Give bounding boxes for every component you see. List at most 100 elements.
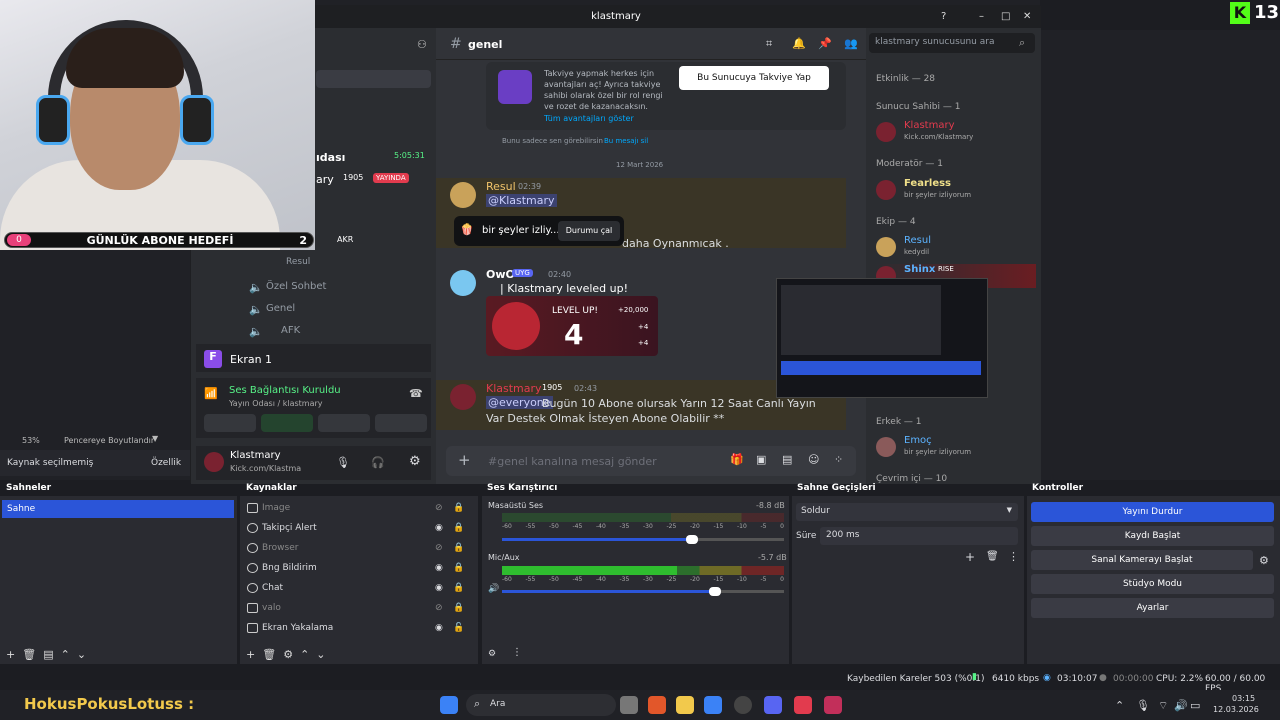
lock-icon[interactable]: 🔒 (453, 543, 464, 553)
settings-button[interactable]: Ayarlar (1031, 598, 1274, 618)
studio-mode-button[interactable]: Stüdyo Modu (1031, 574, 1274, 594)
eye-icon[interactable]: ◉ (435, 563, 443, 573)
arrow-down-icon[interactable]: ⌄ (77, 648, 86, 661)
source-row[interactable]: Image ⊘ 🔒 (245, 500, 464, 518)
source-row[interactable]: Bng Bildirim ◉ 🔒 (245, 560, 464, 578)
emoji-icon[interactable]: ☺ (808, 453, 819, 466)
voice-channel-ozel[interactable]: Özel Sohbet (266, 281, 326, 292)
transition-select[interactable]: Soldur ▼ (796, 503, 1018, 521)
member-mod[interactable]: Fearless bir şeyler izliyorum (876, 178, 1036, 202)
sticker-icon[interactable]: ▤ (782, 453, 792, 466)
store-icon[interactable] (704, 696, 722, 714)
message-composer[interactable]: + #genel kanalına mesaj gönder 🎁 ▣ ▤ ☺ ⁘ (446, 446, 856, 476)
source-row[interactable]: Takipçi Alert ◉ 🔒 (245, 520, 464, 538)
boost-server-button[interactable]: Bu Sunucuya Takviye Yap (679, 66, 829, 90)
lock-icon[interactable]: 🔒 (453, 583, 464, 593)
selected-row[interactable] (316, 70, 431, 88)
more-icon[interactable]: ⋮ (512, 647, 522, 658)
zoom-level[interactable]: 53% (22, 436, 40, 445)
gift-icon[interactable]: 🎁 (730, 453, 744, 466)
fit-window-dropdown[interactable]: Pencereye Boyutlandır (64, 436, 154, 445)
soundboard-button[interactable] (375, 414, 427, 432)
voice-channel-afk[interactable]: AFK (281, 325, 300, 336)
windows-start-icon[interactable] (440, 696, 458, 714)
trash-icon[interactable]: 🗑 (22, 648, 36, 661)
add-icon[interactable]: + (246, 648, 255, 661)
filter-icon[interactable]: ▤ (43, 648, 53, 661)
voice-channel-genel[interactable]: Genel (266, 303, 295, 314)
slider-handle[interactable] (686, 535, 698, 544)
virtual-camera-button[interactable]: Sanal Kamerayı Başlat (1031, 550, 1253, 570)
arrow-up-icon[interactable]: ⌃ (61, 648, 70, 661)
delete-message-link[interactable]: Bu mesajı sil (604, 137, 648, 145)
add-icon[interactable]: + (6, 648, 15, 661)
mixer-settings-icon[interactable]: ⚙ (488, 649, 496, 659)
member-male-1[interactable]: Emoç bir şeyler izliyorum (876, 435, 1036, 459)
help-icon[interactable]: ? (941, 6, 946, 28)
activity-button[interactable] (318, 414, 370, 432)
arrow-up-icon[interactable]: ⌃ (300, 648, 309, 661)
screen-preview-thumbnail[interactable] (776, 278, 988, 398)
minimize-icon[interactable]: – (979, 6, 984, 28)
members-icon[interactable]: 👥 (844, 37, 858, 50)
eye-hidden-icon[interactable]: ⊘ (435, 603, 443, 613)
add-icon[interactable]: + (965, 550, 975, 564)
screenshare-button[interactable] (261, 414, 313, 432)
pin-icon[interactable]: 📌 (818, 37, 832, 50)
volume-slider[interactable] (502, 535, 784, 544)
properties-button[interactable]: Özellik (151, 458, 181, 468)
lock-icon[interactable]: 🔒 (453, 603, 464, 613)
eye-icon[interactable]: ◉ (435, 623, 443, 633)
eye-icon[interactable]: ◉ (435, 583, 443, 593)
brave-icon[interactable] (648, 696, 666, 714)
task-view-icon[interactable] (620, 696, 638, 714)
app-icon[interactable] (794, 696, 812, 714)
stop-stream-button[interactable]: Yayını Durdur (1031, 502, 1274, 522)
search-input[interactable]: klastmary sunucusunu ara ⌕ (869, 33, 1035, 53)
gear-icon[interactable]: ⚙ (409, 454, 421, 469)
trash-icon[interactable]: 🗑 (262, 648, 276, 661)
screen-share-card[interactable]: F Ekran 1 (196, 344, 431, 372)
folder-icon[interactable] (676, 696, 694, 714)
mic-icon[interactable]: 🎙 (336, 456, 350, 469)
duration-input[interactable]: 200 ms (820, 527, 1018, 545)
unlock-icon[interactable]: 🔓 (453, 623, 464, 633)
start-record-button[interactable]: Kaydı Başlat (1031, 526, 1274, 546)
source-row[interactable]: Browser ⊘ 🔒 (245, 540, 464, 558)
gear-icon[interactable]: ⚙ (283, 648, 293, 661)
app-icon[interactable] (824, 696, 842, 714)
apps-icon[interactable]: ⁘ (834, 453, 843, 466)
slider-handle[interactable] (709, 587, 721, 596)
add-user-icon[interactable]: ⚇ (417, 38, 427, 51)
close-icon[interactable]: ✕ (1023, 6, 1031, 28)
eye-hidden-icon[interactable]: ⊘ (435, 543, 443, 553)
member-team-1[interactable]: Resul kedydil (876, 235, 1036, 259)
plus-icon[interactable]: + (458, 451, 471, 469)
tray-chevron-icon[interactable]: ⌃ (1115, 699, 1124, 712)
eye-icon[interactable]: ◉ (435, 523, 443, 533)
headset-icon[interactable]: 🎧 (371, 456, 385, 469)
discord-icon[interactable] (764, 696, 782, 714)
scene-item[interactable]: Sahne (2, 500, 234, 518)
member-owner[interactable]: Klastmary Kick.com/Klastmary (876, 120, 1036, 144)
gif-icon[interactable]: ▣ (756, 453, 766, 466)
source-row[interactable]: valo ⊘ 🔒 (245, 600, 464, 618)
eye-hidden-icon[interactable]: ⊘ (435, 503, 443, 513)
bell-icon[interactable]: 🔔 (792, 37, 806, 50)
arrow-down-icon[interactable]: ⌄ (316, 648, 325, 661)
message-mention[interactable]: @Klastmary (486, 194, 557, 207)
taskbar-search[interactable]: ⌕ Ara (466, 694, 616, 716)
more-icon[interactable]: ⋮ (1008, 550, 1019, 563)
camera-toggle-button[interactable] (204, 414, 256, 432)
obs-icon[interactable] (734, 696, 752, 714)
speaker-icon[interactable]: 🔊 (488, 584, 499, 594)
disconnect-icon[interactable]: ☎ (409, 387, 423, 400)
lock-icon[interactable]: 🔒 (453, 523, 464, 533)
gear-icon[interactable]: ⚙ (1259, 554, 1269, 567)
lock-icon[interactable]: 🔒 (453, 563, 464, 573)
source-row[interactable]: Ekran Yakalama ◉ 🔓 (245, 620, 464, 638)
lock-icon[interactable]: 🔒 (453, 503, 464, 513)
boost-link[interactable]: Tüm avantajları göster (544, 114, 634, 123)
play-status-button[interactable]: Durumu çal (558, 221, 620, 241)
source-row[interactable]: Chat ◉ 🔒 (245, 580, 464, 598)
